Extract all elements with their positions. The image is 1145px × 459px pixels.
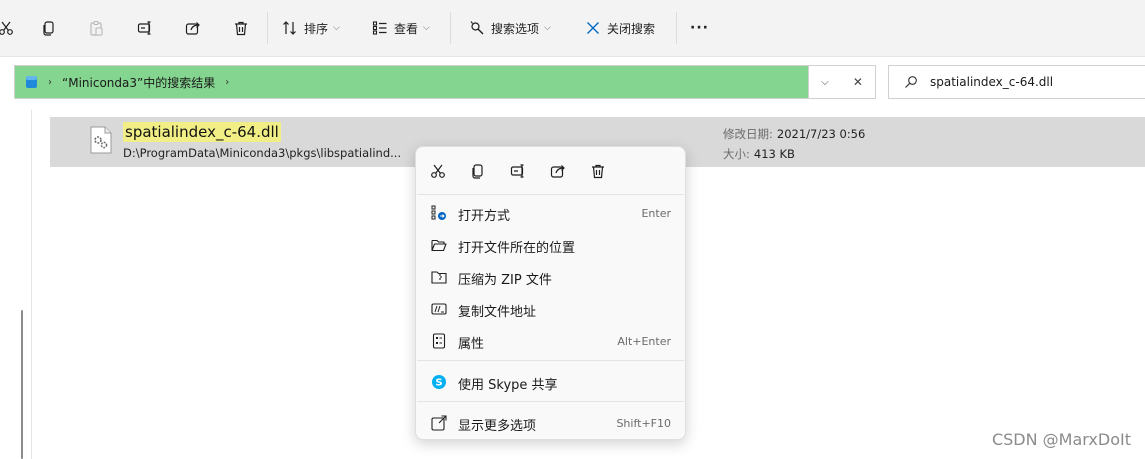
search-query: spatialindex_c-64.dll — [930, 75, 1054, 89]
size-label: 大小: — [723, 147, 750, 161]
address-controls: ⌵ ✕ — [809, 65, 876, 99]
close-search-button[interactable]: 关闭搜索 — [585, 14, 655, 42]
search-options-label: 搜索选项 — [491, 21, 540, 36]
copy-icon — [472, 164, 483, 179]
show-more-icon — [431, 415, 447, 431]
menu-item-show-more-options[interactable]: 显示更多选项 Shift+F10 — [422, 408, 679, 438]
scissors-icon — [431, 164, 445, 178]
close-icon — [587, 22, 599, 34]
menu-rename-button[interactable] — [506, 159, 530, 183]
cut-button[interactable] — [0, 14, 22, 42]
menu-item-share-skype[interactable]: S 使用 Skype 共享 — [422, 367, 679, 397]
chevron-down-icon: ⌵ — [423, 23, 430, 33]
command-bar: 排序 ⌵ 查看 ⌵ 搜索选项 ⌵ 关闭搜索 ··· — [0, 0, 1145, 57]
view-button[interactable]: 查看 ⌵ — [372, 14, 430, 42]
menu-item-label: 使用 Skype 共享 — [458, 378, 558, 393]
paste-button[interactable] — [80, 14, 112, 42]
menu-item-label: 属性 — [458, 337, 485, 352]
file-modified-date: 修改日期: 2021/7/23 0:56 — [723, 126, 865, 142]
svg-text:S: S — [435, 378, 442, 389]
menu-item-properties[interactable]: 属性 Alt+Enter — [422, 326, 679, 356]
modified-date-label: 修改日期: — [723, 127, 773, 141]
search-options-icon — [470, 21, 484, 35]
menu-item-label: 压缩为 ZIP 文件 — [458, 273, 552, 288]
file-name[interactable]: spatialindex_c-64.dll — [123, 122, 281, 142]
trash-icon — [235, 21, 247, 36]
menu-item-label: 打开文件所在的位置 — [458, 241, 576, 256]
more-options-button[interactable]: ··· — [690, 14, 709, 42]
search-options-button[interactable]: 搜索选项 ⌵ — [469, 14, 551, 42]
toolbar-separator — [450, 12, 451, 44]
chevron-down-icon: ⌵ — [544, 23, 551, 33]
sort-button[interactable]: 排序 ⌵ — [282, 14, 340, 42]
menu-item-label: 复制文件地址 — [458, 305, 537, 320]
menu-cut-button[interactable] — [426, 159, 450, 183]
menu-item-shortcut: Shift+F10 — [616, 417, 671, 430]
rename-button[interactable] — [129, 14, 161, 42]
menu-item-copy-path[interactable]: 复制文件地址 — [422, 294, 679, 324]
menu-separator — [417, 360, 684, 361]
file-size: 大小: 413 KB — [723, 146, 795, 162]
file-path: D:\ProgramData\Miniconda3\pkgs\libspatia… — [123, 146, 402, 160]
open-with-icon — [431, 205, 447, 221]
menu-item-open-file-location[interactable]: 打开文件所在的位置 — [422, 230, 679, 260]
sort-label: 排序 — [304, 21, 329, 36]
history-dropdown-icon[interactable]: ⌵ — [821, 77, 829, 88]
share-icon — [550, 165, 565, 178]
copy-button[interactable] — [33, 14, 65, 42]
paste-icon — [90, 20, 103, 36]
toolbar-separator — [676, 12, 677, 44]
modified-date-value: 2021/7/23 0:56 — [776, 127, 866, 141]
copy-path-icon — [431, 301, 447, 317]
size-value: 413 KB — [753, 147, 795, 161]
toolbar-separator — [267, 12, 268, 44]
folder-open-icon — [431, 237, 447, 253]
menu-item-shortcut: Alt+Enter — [617, 335, 671, 348]
menu-item-label: 打开方式 — [458, 209, 511, 224]
menu-separator — [417, 401, 684, 402]
zip-folder-icon — [431, 269, 447, 285]
skype-icon: S — [431, 374, 447, 390]
menu-item-label: 显示更多选项 — [458, 419, 537, 434]
menu-item-open-with[interactable]: 打开方式 Enter — [422, 198, 679, 228]
view-label: 查看 — [394, 21, 419, 36]
scissors-icon — [0, 21, 13, 35]
menu-delete-button[interactable] — [586, 159, 610, 183]
scrollbar[interactable] — [21, 310, 23, 459]
close-search-label: 关闭搜索 — [607, 21, 656, 36]
rename-icon — [510, 164, 524, 178]
clear-address-icon[interactable]: ✕ — [853, 75, 863, 89]
view-list-icon — [372, 21, 387, 35]
delete-button[interactable] — [225, 14, 257, 42]
dll-file-icon — [90, 126, 112, 154]
copy-icon — [43, 21, 54, 36]
menu-item-shortcut: Enter — [641, 207, 671, 220]
chevron-right-icon: › — [48, 76, 52, 88]
menu-copy-button[interactable] — [466, 159, 490, 183]
search-location-icon — [26, 76, 37, 88]
search-icon — [905, 76, 917, 88]
breadcrumb-location[interactable]: “Miniconda3”中的搜索结果 — [62, 74, 215, 91]
menu-item-compress-zip[interactable]: 压缩为 ZIP 文件 — [422, 262, 679, 292]
menu-share-button[interactable] — [546, 159, 570, 183]
search-input[interactable]: spatialindex_c-64.dll — [888, 65, 1145, 99]
chevron-right-icon: › — [225, 76, 230, 88]
menu-separator — [417, 194, 684, 195]
share-button[interactable] — [177, 14, 209, 42]
address-bar[interactable]: › “Miniconda3”中的搜索结果 › — [14, 65, 809, 99]
share-icon — [185, 22, 200, 35]
rename-icon — [137, 21, 151, 35]
properties-icon — [431, 333, 447, 349]
navigation-pane — [0, 110, 32, 459]
sort-icon — [283, 21, 296, 35]
chevron-down-icon: ⌵ — [333, 23, 340, 33]
trash-icon — [592, 164, 604, 179]
more-icon: ··· — [690, 20, 709, 36]
watermark: CSDN @MarxDoIt — [991, 430, 1131, 449]
context-menu: 打开方式 Enter 打开文件所在的位置 压缩为 ZIP 文件 复制文件地址 属… — [415, 146, 686, 440]
